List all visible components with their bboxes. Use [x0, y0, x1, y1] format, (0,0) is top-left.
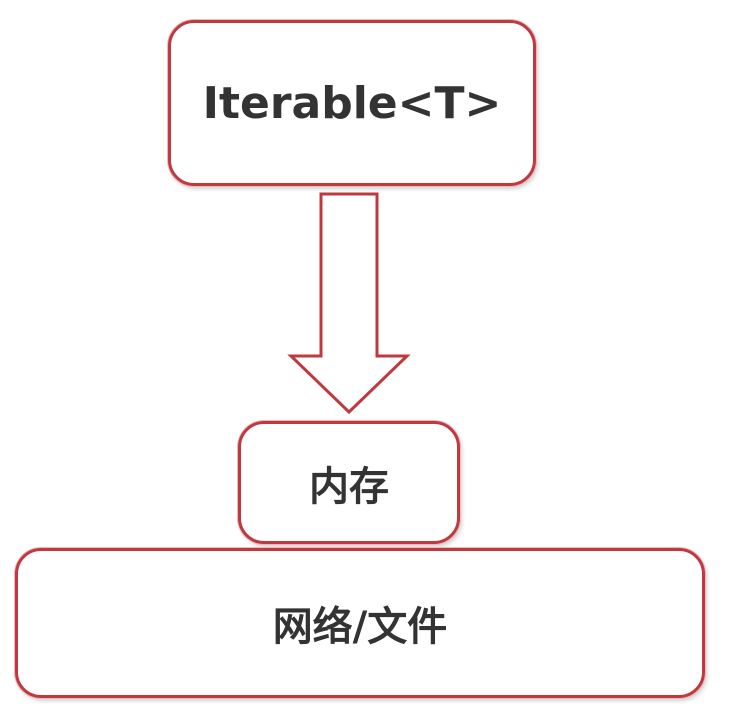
iterable-label: Iterable<T>	[202, 77, 502, 129]
network-file-label: 网络/文件	[272, 604, 448, 650]
network-file-box: 网络/文件	[15, 548, 705, 698]
memory-label: 内存	[309, 463, 389, 510]
iterable-box: Iterable<T>	[168, 20, 536, 186]
down-arrow-shape	[287, 192, 411, 415]
memory-box: 内存	[238, 421, 460, 544]
